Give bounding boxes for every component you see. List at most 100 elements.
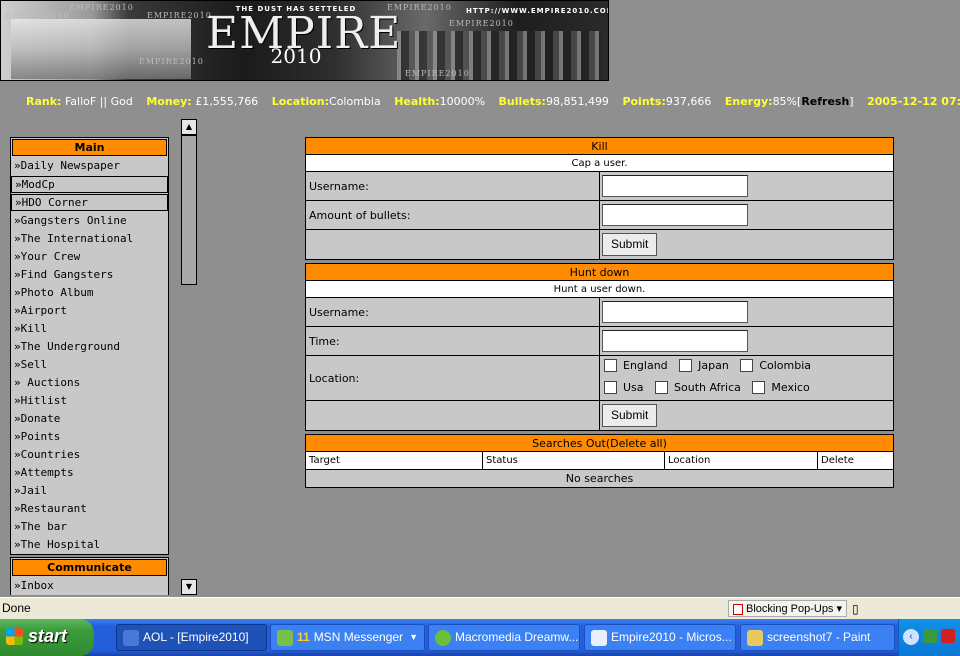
sidebar-item-jail[interactable]: »Jail [11,482,168,500]
banner-watermark: EMPIRE2010 [69,3,134,12]
sidebar-item-the-international[interactable]: »The International [11,230,168,248]
money-value: £1,555,766 [195,95,259,108]
status-text: Done [2,601,31,615]
money-label: Money: [146,95,192,108]
sidebar-scrollbar[interactable]: ▲ ▼ [181,119,197,595]
sidebar-item-modcp[interactable]: »ModCp [11,176,168,193]
kill-username-label: Username: [306,172,600,200]
kill-username-input[interactable] [602,175,748,197]
chevron-down-icon: ▼ [409,632,418,642]
banner-photo-left [11,19,191,79]
sidebar-item-the-underground[interactable]: »The Underground [11,338,168,356]
sidebar-item-restaurant[interactable]: »Restaurant [11,500,168,518]
bullets-value: 98,851,499 [545,95,609,108]
location-label: Location: [271,95,330,108]
scroll-down-icon[interactable]: ▼ [181,579,197,595]
task-paint[interactable]: screenshot7 - Paint [740,624,895,651]
hunt-username-input[interactable] [602,301,748,323]
column-delete: Delete [821,455,854,466]
banner-watermark: EMPIRE2010 [139,57,204,66]
japan-option-label: Japan [698,359,729,372]
site-banner: EMPIRE2010 EMPIRE2010 EMPIRE2010 EMPIRE2… [0,0,609,81]
sidebar-item-hdo-corner[interactable]: »HDO Corner [11,194,168,211]
hunt-subtitle: Hunt a user down. [306,281,893,298]
colombia-option-label: Colombia [759,359,812,372]
sidebar-item-countries[interactable]: »Countries [11,446,168,464]
sidebar-item-find-gangsters[interactable]: »Find Gangsters [11,266,168,284]
messenger-tray-icon[interactable] [941,629,955,643]
popup-blocker-button[interactable]: Blocking Pop-Ups ▾ [728,600,848,617]
england-checkbox[interactable] [604,359,617,372]
usa-option-label: Usa [623,381,644,394]
no-searches-message: No searches [565,472,634,485]
aol-icon [123,630,139,646]
sidebar-item-auctions[interactable]: » Auctions [11,374,168,392]
sidebar-item-the-hospital[interactable]: »The Hospital [11,536,168,554]
column-status: Status [483,452,665,469]
task-dreamweaver[interactable]: Macromedia Dreamw... [428,624,580,651]
searches-column-headers: Target Status Location Delete [306,452,893,470]
bullets-label: Bullets: [498,95,546,108]
kill-bullets-label: Amount of bullets: [306,201,600,229]
sidebar-item-kill[interactable]: »Kill [11,320,168,338]
network-icon[interactable] [923,629,937,643]
energy-value: 85% [772,95,798,108]
sidebar-item-daily-newspaper[interactable]: »Daily Newspaper [11,157,168,175]
south-africa-checkbox[interactable] [655,381,669,394]
sidebar-item-sell[interactable]: »Sell [11,356,168,374]
tray-expand-icon[interactable]: ‹ [903,629,919,645]
main-menu: Main »Daily Newspaper »ModCp »HDO Corner… [10,137,169,555]
sidebar-item-points[interactable]: »Points [11,428,168,446]
sidebar-item-photo-album[interactable]: »Photo Album [11,284,168,302]
task-aol[interactable]: AOL - [Empire2010] [116,624,267,651]
column-location: Location [665,452,818,469]
colombia-checkbox[interactable] [740,359,754,372]
usa-checkbox[interactable] [604,381,617,394]
main-menu-header: Main [12,139,167,156]
scrollbar-thumb[interactable] [181,135,197,285]
sidebar-item-attempts[interactable]: »Attempts [11,464,168,482]
task-msn-messenger[interactable]: 11 MSN Messenger ▼ [270,624,425,651]
sidebar-item-airport[interactable]: »Airport [11,302,168,320]
mexico-checkbox[interactable] [752,381,766,394]
searches-header-delete-all[interactable]: Searches Out(Delete all) [306,435,893,452]
empire-logo: THE DUST HAS SETTELED EMPIRE 2010 [206,5,400,66]
sidebar-item-hitlist[interactable]: »Hitlist [11,392,168,410]
windows-logo-icon [6,628,23,645]
hunt-time-label: Time: [306,327,600,355]
browser-status-bar: Done Blocking Pop-Ups ▾ ▯ [0,597,960,619]
hunt-time-input[interactable] [602,330,748,352]
player-stats-bar: Rank: FalloF || God Money: £1,555,766 Lo… [26,95,960,108]
hunt-submit-button[interactable]: Submit [602,404,658,427]
health-label: Health: [394,95,440,108]
scroll-up-icon[interactable]: ▲ [181,119,197,135]
system-tray: ‹ [898,619,960,656]
hunt-username-label: Username: [306,298,600,326]
scrollbar-track[interactable] [181,285,197,579]
refresh-link[interactable]: Refresh [801,95,849,108]
hunt-header: Hunt down [306,264,893,281]
sidebar-item-your-crew[interactable]: »Your Crew [11,248,168,266]
kill-panel: Kill Cap a user. Username: Amount of bul… [305,137,894,260]
points-label: Points: [622,95,666,108]
status-indicator: ▯ [852,602,859,616]
task-internet-explorer[interactable]: Empire2010 - Micros... [584,624,736,651]
location-value: Colombia [329,95,381,108]
kill-submit-button[interactable]: Submit [602,233,658,256]
sidebar-item-gangsters-online[interactable]: »Gangsters Online [11,212,168,230]
banner-url: HTTP://WWW.EMPIRE2010.COM [466,7,609,15]
column-target: Target [306,452,483,469]
kill-bullets-input[interactable] [602,204,748,226]
kill-submit-row: Submit [306,230,893,259]
rank-value: FalloF || God [64,95,133,108]
dreamweaver-icon [435,630,451,646]
sidebar-item-donate[interactable]: »Donate [11,410,168,428]
health-value: 10000% [439,95,486,108]
japan-checkbox[interactable] [679,359,693,372]
kill-username-row: Username: [306,172,893,201]
rank-label: Rank: [26,95,62,108]
sidebar-item-inbox[interactable]: »Inbox [11,577,168,595]
sidebar-item-the-bar[interactable]: »The bar [11,518,168,536]
england-option-label: England [623,359,668,372]
start-button[interactable]: start [0,619,94,656]
